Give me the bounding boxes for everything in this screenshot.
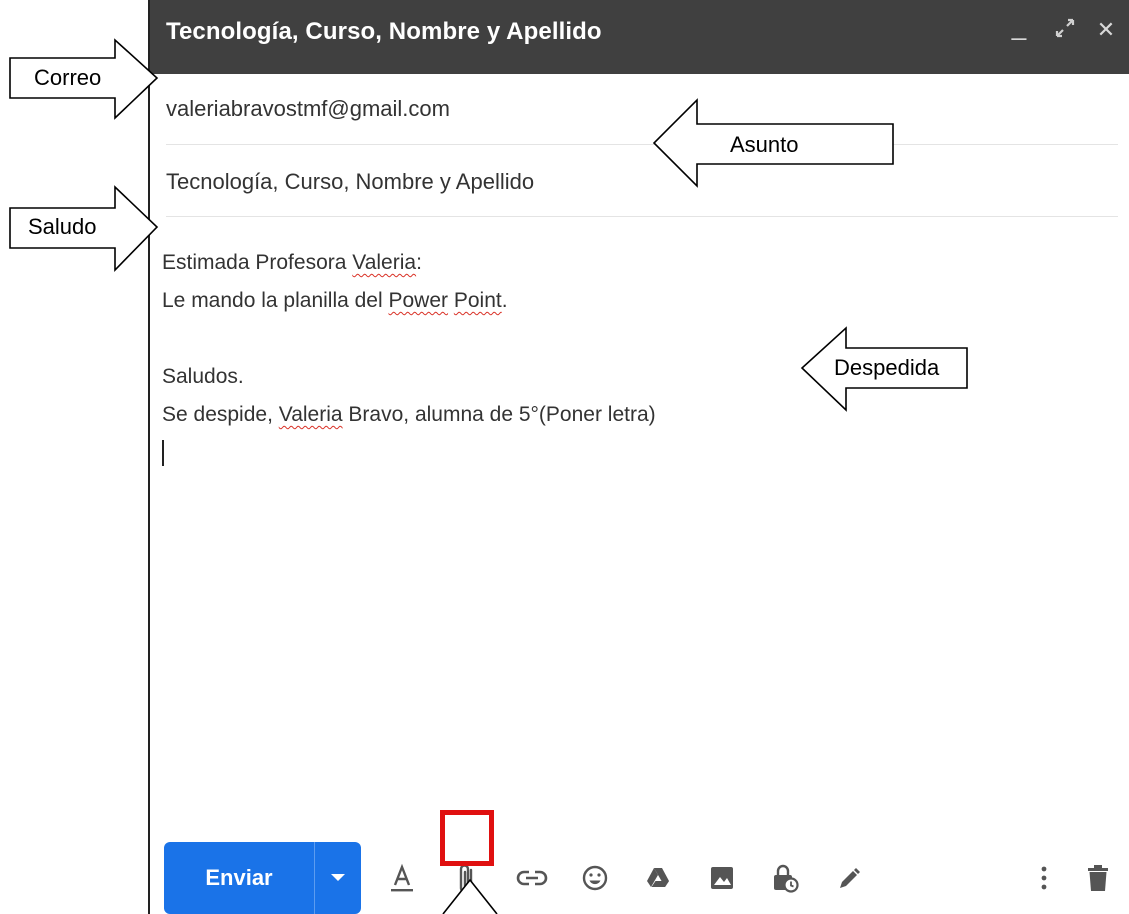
page: Tecnología, Curso, Nombre y Apellido _ ✕… — [0, 0, 1129, 914]
annotation-saludo: Saludo — [28, 214, 97, 239]
annotation-correo: Correo — [34, 65, 102, 90]
annotation-despedida: Despedida — [834, 355, 940, 380]
highlight-box — [440, 810, 494, 866]
annotation-arrows — [9, 38, 968, 914]
attach-arrow — [442, 878, 498, 914]
annotation-asunto: Asunto — [730, 132, 799, 157]
